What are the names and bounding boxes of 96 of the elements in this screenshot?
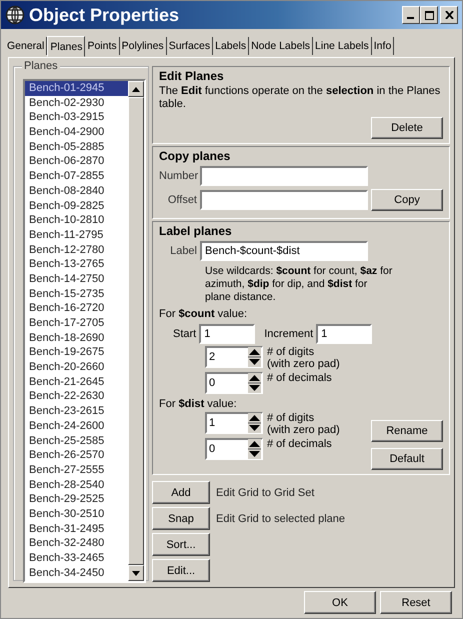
tab[interactable]: Info	[372, 37, 394, 55]
list-item[interactable]: Bench-05-2885	[25, 140, 128, 154]
label-action-button[interactable]: Rename	[371, 420, 443, 442]
copy-button[interactable]: Copy	[371, 189, 443, 211]
field-label: Label	[169, 245, 197, 257]
tab[interactable]: General	[5, 37, 48, 55]
delete-button[interactable]: Delete	[371, 117, 443, 139]
list-item[interactable]: Bench-32-2480	[25, 536, 128, 551]
maximize-icon	[424, 10, 434, 20]
spinner-arrows-icon[interactable]	[248, 439, 261, 459]
spinner-label: # of digits	[267, 346, 316, 358]
list-item[interactable]: Bench-34-2450	[25, 566, 128, 580]
minimize-button[interactable]	[402, 6, 420, 24]
help-text: Use wildcards: $count for count, $az for azimuth, $dip for dip, and $dist for plane distance.	[205, 265, 394, 304]
spinner-label: # of digits	[267, 412, 316, 424]
section-heading: Copy planes	[159, 149, 232, 163]
spinner-field[interactable]: 0	[205, 372, 263, 394]
action-button[interactable]: Edit...	[152, 559, 210, 582]
list-item[interactable]: Bench-10-2810	[25, 213, 128, 228]
list-item[interactable]: Bench-22-2630	[25, 389, 128, 404]
input-field[interactable]	[200, 166, 368, 186]
list-item[interactable]: Bench-08-2840	[25, 184, 128, 198]
list-item[interactable]: Bench-29-2525	[25, 492, 128, 507]
group-title: Planes	[22, 60, 60, 72]
list-item[interactable]: Bench-13-2765	[25, 257, 128, 272]
scroll-up-icon[interactable]	[128, 81, 144, 97]
tab[interactable]: Node Labels	[249, 37, 314, 55]
list-item[interactable]: Bench-03-2915	[25, 110, 128, 126]
spinner-arrows-icon[interactable]	[248, 373, 261, 393]
input-field[interactable]	[200, 190, 368, 210]
list-item[interactable]: Bench-25-2585	[25, 434, 128, 448]
list-item[interactable]: Bench-20-2660	[25, 360, 128, 375]
close-icon	[444, 11, 454, 19]
close-button[interactable]	[440, 6, 458, 24]
spinner-field[interactable]: 0	[205, 438, 263, 460]
spinner-label: # of decimals	[267, 438, 332, 450]
list-item[interactable]: Bench-28-2540	[25, 478, 128, 492]
label-field[interactable]: Bench-$count-$dist	[200, 241, 368, 261]
dialog-button[interactable]: Reset	[380, 591, 452, 614]
spinner-label: # of decimals	[267, 372, 332, 384]
list-item[interactable]: Bench-24-2600	[25, 418, 128, 434]
list-item[interactable]: Bench-31-2495	[25, 522, 128, 536]
spinner-arrows-icon[interactable]	[248, 347, 261, 367]
field-label: Start	[173, 328, 196, 340]
list-item[interactable]: Bench-26-2570	[25, 448, 128, 463]
field-label: Offset	[166, 194, 197, 206]
field-label: Increment	[264, 328, 314, 340]
spinner-field[interactable]: 1	[205, 412, 263, 434]
list-item[interactable]: Bench-12-2780	[25, 242, 128, 258]
list-item[interactable]: Bench-23-2615	[25, 404, 128, 419]
list-item[interactable]: Bench-11-2795	[25, 228, 128, 243]
tab[interactable]: Labels	[213, 37, 250, 55]
description: The Edit functions operate on the selection in the Planes table.	[159, 85, 442, 111]
spinner-arrows-icon[interactable]	[248, 413, 261, 433]
tab[interactable]: Surfaces	[166, 37, 214, 55]
subheading: For $dist value:	[159, 398, 238, 410]
list-item[interactable]: Bench-01-2945	[25, 81, 128, 96]
list-item[interactable]: Bench-02-2930	[25, 96, 128, 110]
action-description: Edit Grid to Grid Set	[216, 486, 314, 498]
list-item[interactable]: Bench-19-2675	[25, 345, 128, 360]
dialog-button[interactable]: OK	[304, 591, 376, 614]
tab[interactable]: Line Labels	[313, 37, 372, 55]
field-label: Number	[159, 170, 197, 182]
spinner-field[interactable]: 2	[205, 346, 263, 368]
tab[interactable]: Polylines	[120, 37, 167, 55]
label-action-button[interactable]: Default	[371, 448, 443, 470]
list-item[interactable]: Bench-04-2900	[25, 125, 128, 140]
list-item[interactable]: Bench-09-2825	[25, 198, 128, 214]
tab[interactable]: Points	[85, 37, 120, 55]
list-item[interactable]: Bench-33-2465	[25, 551, 128, 566]
list-item[interactable]: Bench-16-2720	[25, 301, 128, 316]
action-description: Edit Grid to selected plane	[216, 512, 346, 524]
list-item[interactable]: Bench-18-2690	[25, 330, 128, 346]
action-button[interactable]: Add	[152, 481, 210, 504]
action-button[interactable]: Snap	[152, 507, 210, 530]
list-item[interactable]: Bench-30-2510	[25, 506, 128, 522]
list-item[interactable]: Bench-06-2870	[25, 154, 128, 170]
increment-field[interactable]: 1	[316, 324, 372, 344]
spinner-note: (with zero pad)	[267, 358, 340, 370]
section-heading: Edit Planes	[159, 69, 225, 83]
list-item[interactable]: Bench-15-2735	[25, 286, 128, 302]
list-item[interactable]: Bench-07-2855	[25, 169, 128, 184]
list-item[interactable]: Bench-17-2705	[25, 316, 128, 331]
tab[interactable]: Planes	[47, 36, 86, 57]
section-heading: Label planes	[159, 224, 233, 238]
action-button[interactable]: Sort...	[152, 533, 210, 556]
maximize-button[interactable]	[420, 6, 438, 24]
list-item[interactable]: Bench-14-2750	[25, 272, 128, 287]
scroll-down-icon[interactable]	[128, 565, 144, 581]
window-title: Object Properties	[29, 4, 180, 26]
subheading: For $count value:	[159, 308, 248, 320]
spinner-note: (with zero pad)	[267, 424, 340, 436]
start-field[interactable]: 1	[199, 324, 256, 344]
list-item[interactable]: Bench-21-2645	[25, 374, 128, 390]
list-item[interactable]: Bench-27-2555	[25, 462, 128, 478]
globe-icon	[5, 5, 25, 25]
